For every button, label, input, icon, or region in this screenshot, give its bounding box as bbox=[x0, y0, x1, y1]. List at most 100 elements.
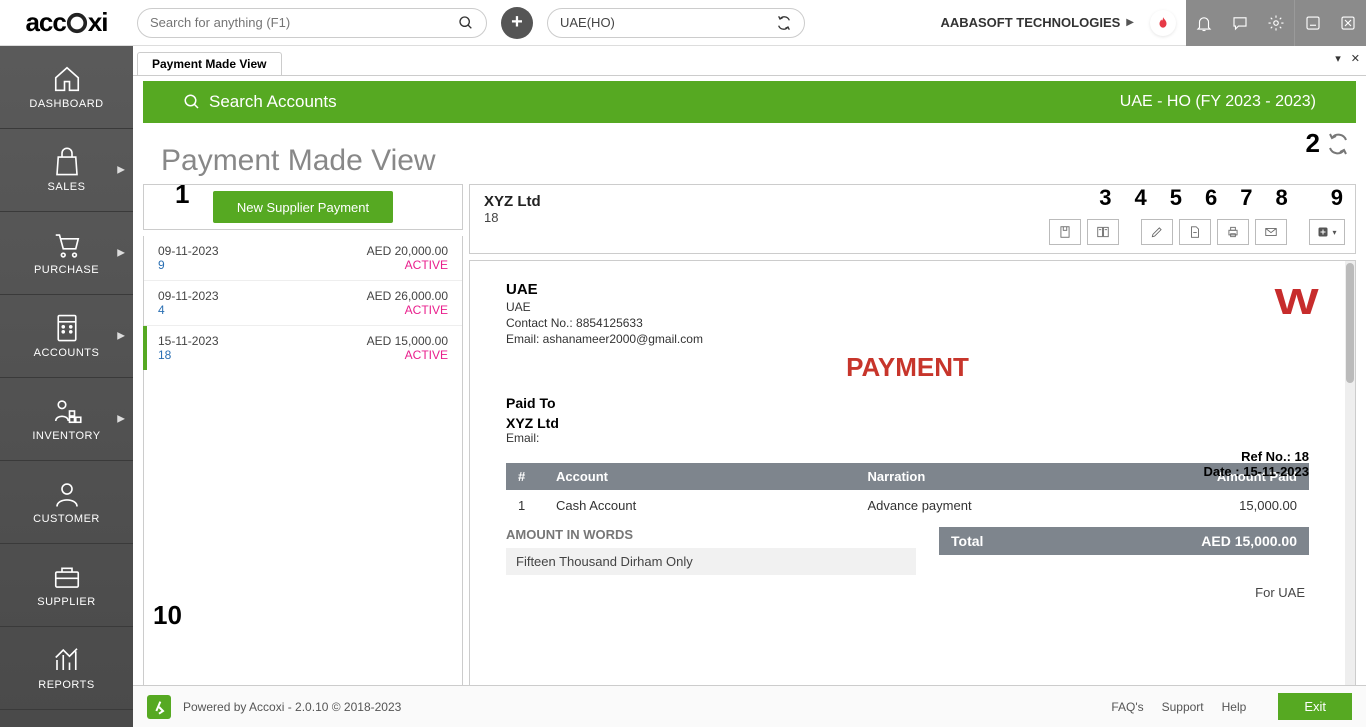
payments-panel: New Supplier Payment 09-11-20239 AED 20,… bbox=[143, 184, 463, 727]
marker-6: 6 bbox=[1205, 185, 1217, 211]
search-icon[interactable] bbox=[458, 15, 474, 31]
quick-add-button[interactable]: + bbox=[501, 7, 533, 39]
tab-payment-made-view[interactable]: Payment Made View bbox=[137, 52, 282, 75]
document-body: UAE UAE Contact No.: 8854125633 Email: a… bbox=[470, 261, 1345, 726]
nav-supplier[interactable]: SUPPLIER bbox=[0, 544, 133, 627]
app-logo: accxi bbox=[0, 7, 133, 38]
marker-7: 7 bbox=[1240, 185, 1252, 211]
content-split: New Supplier Payment 09-11-20239 AED 20,… bbox=[133, 184, 1366, 727]
document-viewer: UAE UAE Contact No.: 8854125633 Email: a… bbox=[469, 260, 1356, 727]
whats-new-button[interactable] bbox=[1150, 10, 1176, 36]
printer-icon bbox=[1226, 225, 1240, 239]
tab-close[interactable]: ✕ bbox=[1351, 52, 1360, 65]
search-input[interactable] bbox=[150, 15, 458, 30]
mail-icon bbox=[1264, 225, 1278, 239]
gear-icon bbox=[1267, 14, 1285, 32]
doc-date: Date : 15-11-2023 bbox=[1203, 464, 1309, 479]
payment-item[interactable]: 09-11-20234 AED 26,000.00ACTIVE bbox=[144, 280, 462, 325]
top-bar: accxi + UAE(HO) AABASOFT TECHNOLOGIES ▶ bbox=[0, 0, 1366, 46]
search-accounts-button[interactable]: Search Accounts bbox=[183, 92, 337, 112]
journal-button[interactable] bbox=[1087, 219, 1119, 245]
customer-icon bbox=[52, 479, 82, 509]
briefcase-icon bbox=[52, 562, 82, 592]
scrollbar[interactable] bbox=[1345, 261, 1355, 726]
footer-help[interactable]: Help bbox=[1222, 700, 1247, 714]
fire-icon bbox=[1156, 16, 1170, 30]
chevron-right-icon: ▶ bbox=[117, 165, 125, 176]
table-row: 1 Cash Account Advance payment 15,000.00 bbox=[506, 490, 1309, 521]
main-area: Payment Made View ▾ ✕ Search Accounts UA… bbox=[133, 46, 1366, 727]
footer-faq[interactable]: FAQ's bbox=[1111, 700, 1143, 714]
page-title: Payment Made View bbox=[161, 144, 436, 178]
new-payment-box: New Supplier Payment bbox=[143, 184, 463, 230]
logo-ring-icon bbox=[66, 12, 88, 34]
minimize-button[interactable] bbox=[1294, 0, 1330, 46]
branch-label: UAE(HO) bbox=[560, 15, 615, 30]
calculator-icon bbox=[52, 313, 82, 343]
new-supplier-payment-button[interactable]: New Supplier Payment bbox=[213, 191, 393, 223]
inventory-icon bbox=[52, 396, 82, 426]
pdf-icon bbox=[1188, 225, 1202, 239]
refresh-icon bbox=[1326, 132, 1350, 156]
book-icon bbox=[1096, 225, 1110, 239]
footer-logo bbox=[147, 695, 171, 719]
marker-8: 8 bbox=[1276, 185, 1288, 211]
nav-dashboard[interactable]: DASHBOARD bbox=[0, 46, 133, 129]
nav-reports[interactable]: REPORTS bbox=[0, 627, 133, 710]
attach-button[interactable] bbox=[1049, 219, 1081, 245]
chart-icon bbox=[52, 645, 82, 675]
close-icon bbox=[1339, 14, 1357, 32]
th-num: # bbox=[506, 463, 556, 490]
nav-customer[interactable]: CUSTOMER bbox=[0, 461, 133, 544]
global-search[interactable] bbox=[137, 8, 487, 38]
payment-item[interactable]: 09-11-20239 AED 20,000.00ACTIVE bbox=[144, 236, 462, 280]
minimize-icon bbox=[1304, 14, 1322, 32]
sync-icon[interactable] bbox=[776, 15, 792, 31]
branch-selector[interactable]: UAE(HO) bbox=[547, 8, 805, 38]
bell-icon bbox=[1195, 14, 1213, 32]
refresh-button[interactable] bbox=[1326, 132, 1350, 156]
footer-support[interactable]: Support bbox=[1162, 700, 1204, 714]
email-button[interactable] bbox=[1255, 219, 1287, 245]
marker-4: 4 bbox=[1135, 185, 1147, 211]
tab-controls: ▾ ✕ bbox=[1335, 52, 1360, 65]
exit-button[interactable]: Exit bbox=[1278, 693, 1352, 720]
marker-1: 1 bbox=[175, 179, 189, 210]
payment-item-selected[interactable]: 15-11-202318 AED 15,000.00ACTIVE bbox=[144, 325, 462, 370]
marker-10: 10 bbox=[153, 600, 182, 631]
doc-company-loc: UAE bbox=[506, 300, 703, 314]
supplier-name: XYZ Ltd bbox=[484, 193, 541, 210]
scrollbar-thumb[interactable] bbox=[1346, 263, 1354, 383]
payment-table: # Account Narration Amount Paid 1 Cash A… bbox=[506, 463, 1309, 521]
chevron-right-icon[interactable]: ▶ bbox=[1126, 17, 1134, 28]
doc-company-contact: Contact No.: 8854125633 bbox=[506, 316, 703, 330]
company-logo: W bbox=[1279, 281, 1309, 346]
detail-header: XYZ Ltd 18 3 4 5 6 7 8 9 bbox=[469, 184, 1356, 254]
marker-9: 9 bbox=[1331, 185, 1343, 211]
for-company: For UAE bbox=[939, 585, 1309, 600]
messages-button[interactable] bbox=[1222, 0, 1258, 46]
close-button[interactable] bbox=[1330, 0, 1366, 46]
pdf-button[interactable] bbox=[1179, 219, 1211, 245]
nav-inventory[interactable]: INVENTORY ▶ bbox=[0, 378, 133, 461]
settings-button[interactable] bbox=[1258, 0, 1294, 46]
notifications-button[interactable] bbox=[1186, 0, 1222, 46]
marker-3: 3 bbox=[1099, 185, 1111, 211]
amount-in-words-value: Fifteen Thousand Dirham Only bbox=[506, 548, 916, 575]
print-button[interactable] bbox=[1217, 219, 1249, 245]
marker-2: 2 bbox=[1306, 128, 1320, 159]
nav-sales[interactable]: SALES ▶ bbox=[0, 129, 133, 212]
tab-dropdown[interactable]: ▾ bbox=[1335, 52, 1341, 65]
chevron-right-icon: ▶ bbox=[117, 414, 125, 425]
nav-accounts[interactable]: ACCOUNTS ▶ bbox=[0, 295, 133, 378]
nav-purchase[interactable]: PURCHASE ▶ bbox=[0, 212, 133, 295]
window-tools bbox=[1186, 0, 1366, 46]
paidto-email: Email: bbox=[506, 431, 1309, 445]
more-button[interactable] bbox=[1309, 219, 1345, 245]
sidebar: DASHBOARD SALES ▶ PURCHASE ▶ ACCOUNTS ▶ … bbox=[0, 46, 133, 727]
chevron-right-icon: ▶ bbox=[117, 331, 125, 342]
paidto-name: XYZ Ltd bbox=[506, 415, 1309, 431]
edit-button[interactable] bbox=[1141, 219, 1173, 245]
amount-in-words-label: AMOUNT IN WORDS bbox=[506, 527, 939, 542]
detail-toolbar bbox=[1049, 219, 1345, 245]
